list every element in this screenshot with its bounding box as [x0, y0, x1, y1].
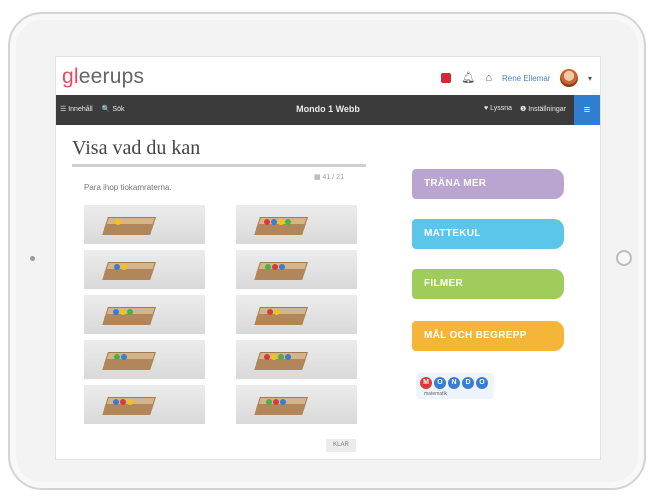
mondo-letter: N [448, 377, 460, 389]
done-button[interactable]: KLAR [326, 439, 356, 452]
box-image [100, 350, 156, 372]
tablet-screen: gleerups 🔔︎ ⌂ Rene Ellemann ▾ ☰ Innehåll… [55, 56, 601, 460]
notification-icon[interactable] [441, 73, 452, 83]
exercise-card[interactable] [84, 250, 205, 289]
exercise-card[interactable] [84, 295, 205, 334]
box-image [100, 215, 156, 237]
videos-button[interactable]: FILMER [412, 269, 564, 299]
exercise-card[interactable] [84, 205, 205, 244]
user-name[interactable]: Rene Ellemann [502, 74, 550, 83]
mondo-letter: O [434, 377, 446, 389]
top-bar: gleerups 🔔︎ ⌂ Rene Ellemann ▾ [56, 57, 600, 95]
practice-more-button[interactable]: TRÄNA MER [412, 169, 564, 199]
home-icon[interactable]: ⌂ [485, 72, 492, 84]
exercise-card[interactable] [236, 295, 357, 334]
box-image [252, 260, 308, 282]
gleerups-logo[interactable]: gleerups [62, 65, 144, 89]
navbar: ☰ Innehåll 🔍 Sök Mondo 1 Webb ♥ Lyssna ❶… [56, 95, 600, 125]
bell-icon[interactable]: 🔔︎ [461, 72, 475, 84]
exercise-card[interactable] [236, 340, 357, 379]
box-image [252, 215, 308, 237]
settings-link[interactable]: ❶ Inställningar [520, 105, 566, 113]
exercise-card[interactable] [84, 385, 205, 424]
mondo-letter: D [462, 377, 474, 389]
exercise-card[interactable] [236, 250, 357, 289]
box-image [252, 395, 308, 417]
box-image [100, 305, 156, 327]
mondo-logo-badge[interactable]: M O N D O matematik [416, 373, 494, 399]
tablet-camera [30, 256, 35, 261]
instruction-text: Para ihop tiokamraterna. [84, 183, 172, 192]
listen-link[interactable]: ♥ Lyssna [484, 105, 512, 113]
nav-right: ♥ Lyssna ❶ Inställningar [484, 105, 566, 113]
page-counter: ▦ 41 / 21 [314, 174, 344, 181]
mondo-letter: M [420, 377, 432, 389]
goals-concepts-button[interactable]: MÅL OCH BEGREPP [412, 321, 564, 351]
box-image [252, 305, 308, 327]
exercise-card[interactable] [84, 340, 205, 379]
exercise-card[interactable] [236, 205, 357, 244]
mondo-letter: O [476, 377, 488, 389]
menu-icon[interactable]: ≡ [574, 95, 600, 125]
box-image [100, 395, 156, 417]
tablet-home-button[interactable] [616, 250, 632, 266]
top-icons: 🔔︎ ⌂ Rene Ellemann ▾ [441, 69, 592, 87]
mondo-subtitle: matematik [424, 391, 448, 397]
box-image [100, 260, 156, 282]
avatar[interactable] [559, 69, 578, 87]
title-divider [72, 164, 366, 167]
stage: gleerups 🔔︎ ⌂ Rene Ellemann ▾ ☰ Innehåll… [0, 0, 654, 500]
box-image [252, 350, 308, 372]
chevron-down-icon[interactable]: ▾ [588, 74, 592, 83]
exercise-card[interactable] [236, 385, 357, 424]
page-title: Visa vad du kan [72, 137, 201, 159]
math-fun-button[interactable]: MATTEKUL [412, 219, 564, 249]
